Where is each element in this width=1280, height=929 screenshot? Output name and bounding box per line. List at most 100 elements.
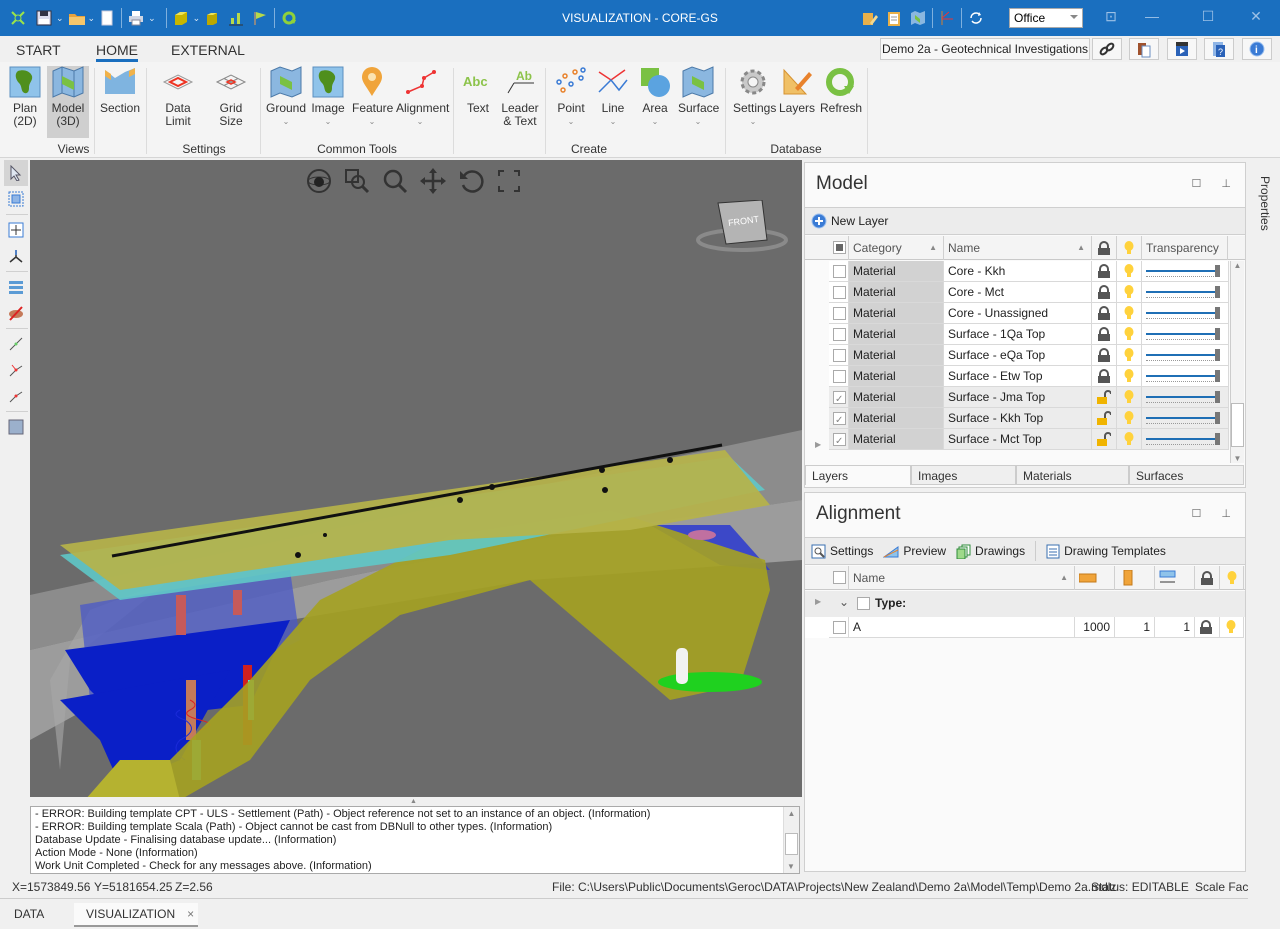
flag-icon[interactable] (252, 10, 268, 26)
col-lock[interactable] (1195, 566, 1220, 590)
layer-lock[interactable] (1092, 429, 1117, 450)
square-icon[interactable] (4, 414, 28, 440)
tab-layers[interactable]: Layers (805, 465, 911, 485)
layer-name[interactable]: Surface - 1Qa Top (944, 324, 1092, 345)
layer-visible-checkbox[interactable] (833, 370, 846, 383)
layer-name[interactable]: Surface - Kkh Top (944, 408, 1092, 429)
doc-tab-data[interactable]: DATA (2, 903, 56, 927)
col-name[interactable]: Name ▲ (944, 236, 1092, 260)
col-length[interactable] (1075, 566, 1115, 590)
select-arrow-icon[interactable] (4, 160, 28, 186)
col-name[interactable]: Name ▲ (849, 566, 1075, 590)
col-visible[interactable] (1117, 236, 1142, 260)
layer-visible-checkbox[interactable] (833, 431, 846, 452)
db-settings-button[interactable]: Settings ⌄ (733, 66, 776, 128)
layer-lock[interactable] (1092, 303, 1117, 324)
slider-thumb[interactable] (1215, 433, 1220, 445)
tab-surfaces[interactable]: Surfaces (1129, 465, 1244, 485)
map-icon[interactable] (910, 10, 926, 26)
open-dropdown[interactable]: ⌄ (88, 13, 96, 24)
layer-row[interactable]: MaterialSurface - Kkh Top (805, 408, 1229, 431)
transparency-slider[interactable] (1144, 412, 1222, 426)
layers-button[interactable]: Layers (779, 66, 815, 115)
slider-thumb[interactable] (1215, 286, 1220, 298)
col-transparency[interactable]: Transparency (1142, 236, 1228, 260)
axis-tripod-icon[interactable] (4, 243, 28, 269)
transparency-slider[interactable] (1144, 265, 1222, 279)
transparency-slider[interactable] (1144, 349, 1222, 363)
maximize-button[interactable]: ☐ (1196, 8, 1220, 28)
layer-lock[interactable] (1092, 387, 1117, 408)
close-icon[interactable]: × (187, 907, 194, 921)
model-3d-button[interactable]: Model (3D) (47, 66, 89, 138)
transparency-slider[interactable] (1144, 307, 1222, 321)
box-select-icon[interactable] (4, 186, 28, 212)
doc-tab-visualization[interactable]: VISUALIZATION × (74, 903, 198, 927)
layer-visibility[interactable] (1117, 324, 1142, 345)
layer-row[interactable]: ▶ MaterialSurface - Mct Top (805, 429, 1229, 452)
layer-visible-checkbox[interactable] (833, 389, 846, 410)
zoom-window-icon[interactable] (344, 168, 370, 194)
theme-select[interactable]: Office (1009, 8, 1083, 28)
line-button[interactable]: Line ⌄ (596, 66, 630, 128)
layer-row[interactable]: Material Surface - eQa Top (805, 345, 1229, 366)
row-checkbox[interactable] (833, 621, 846, 634)
restore-button[interactable]: ⊡ (1099, 8, 1123, 28)
layer-visible-checkbox[interactable] (833, 265, 846, 278)
layer-visibility[interactable] (1117, 303, 1142, 324)
yellow-cube-small-icon[interactable] (204, 10, 220, 26)
slider-thumb[interactable] (1215, 328, 1220, 340)
print-icon[interactable] (128, 10, 144, 26)
layer-name[interactable]: Surface - Mct Top (944, 429, 1092, 450)
layer-visibility[interactable] (1117, 261, 1142, 282)
network-icon[interactable] (10, 10, 26, 26)
layer-visible-checkbox[interactable] (833, 410, 846, 431)
layers-scrollbar[interactable]: ▲ ▼ (1230, 261, 1244, 463)
3d-viewport[interactable]: FRONT (30, 160, 802, 797)
group-checkbox[interactable] (857, 597, 870, 610)
layer-name[interactable]: Core - Unassigned (944, 303, 1092, 324)
pin-icon[interactable]: ⊥ (1221, 177, 1231, 190)
layer-row[interactable]: Material Core - Kkh (805, 261, 1229, 282)
group-row[interactable]: ▶ ⌄ Type: (805, 591, 1245, 617)
splitter-grip[interactable]: ▲ (410, 798, 417, 805)
new-document-icon[interactable] (99, 10, 115, 26)
layer-name[interactable]: Core - Mct (944, 282, 1092, 303)
select-all-checkbox[interactable] (833, 241, 846, 254)
slider-thumb[interactable] (1215, 307, 1220, 319)
new-layer-button[interactable]: New Layer (811, 213, 888, 229)
layer-visibility[interactable] (1117, 282, 1142, 303)
image-button[interactable]: Image ⌄ (311, 66, 345, 128)
layer-row[interactable]: Material Surface - 1Qa Top (805, 324, 1229, 345)
chevron-down-icon[interactable]: ⌄ (839, 595, 849, 609)
layer-visibility[interactable] (1117, 366, 1142, 387)
layer-name[interactable]: Core - Kkh (944, 261, 1092, 282)
sync-icon[interactable] (968, 10, 984, 26)
document-title-button[interactable]: Demo 2a - Geotechnical Investigations (880, 38, 1090, 60)
layer-row[interactable]: Material Core - Unassigned (805, 303, 1229, 324)
leader-text-button[interactable]: Ab Leader & Text (501, 66, 539, 128)
print-dropdown[interactable]: ⌄ (148, 13, 156, 24)
slider-thumb[interactable] (1215, 412, 1220, 424)
alignment-button[interactable]: Alignment ⌄ (396, 66, 449, 128)
slider-thumb[interactable] (1215, 349, 1220, 361)
alignment-v-scale[interactable]: 1 (1115, 617, 1155, 638)
rotate-icon[interactable] (458, 168, 484, 194)
maximize-panel-icon[interactable]: ☐ (1192, 177, 1202, 190)
alignment-row[interactable]: A 1000 1 1 (805, 617, 1245, 638)
tab-home[interactable]: HOME (96, 42, 138, 62)
feature-button[interactable]: Feature ⌄ (352, 66, 393, 128)
layer-name[interactable]: Surface - Etw Top (944, 366, 1092, 387)
save-dropdown[interactable]: ⌄ (56, 13, 64, 24)
layer-visibility[interactable] (1117, 408, 1142, 429)
scroll-down-icon[interactable]: ▼ (1231, 454, 1244, 463)
layer-row[interactable]: Material Surface - Etw Top (805, 366, 1229, 387)
pan-icon[interactable] (420, 168, 446, 194)
split-line-icon[interactable] (4, 357, 28, 383)
drawing-templates-button[interactable]: Drawing Templates (1046, 544, 1166, 559)
db-refresh-button[interactable]: Refresh (820, 66, 862, 115)
scroll-up-icon[interactable]: ▲ (1231, 261, 1244, 270)
slider-thumb[interactable] (1215, 391, 1220, 403)
tab-materials[interactable]: Materials (1016, 465, 1129, 485)
layer-visible-checkbox[interactable] (833, 328, 846, 341)
